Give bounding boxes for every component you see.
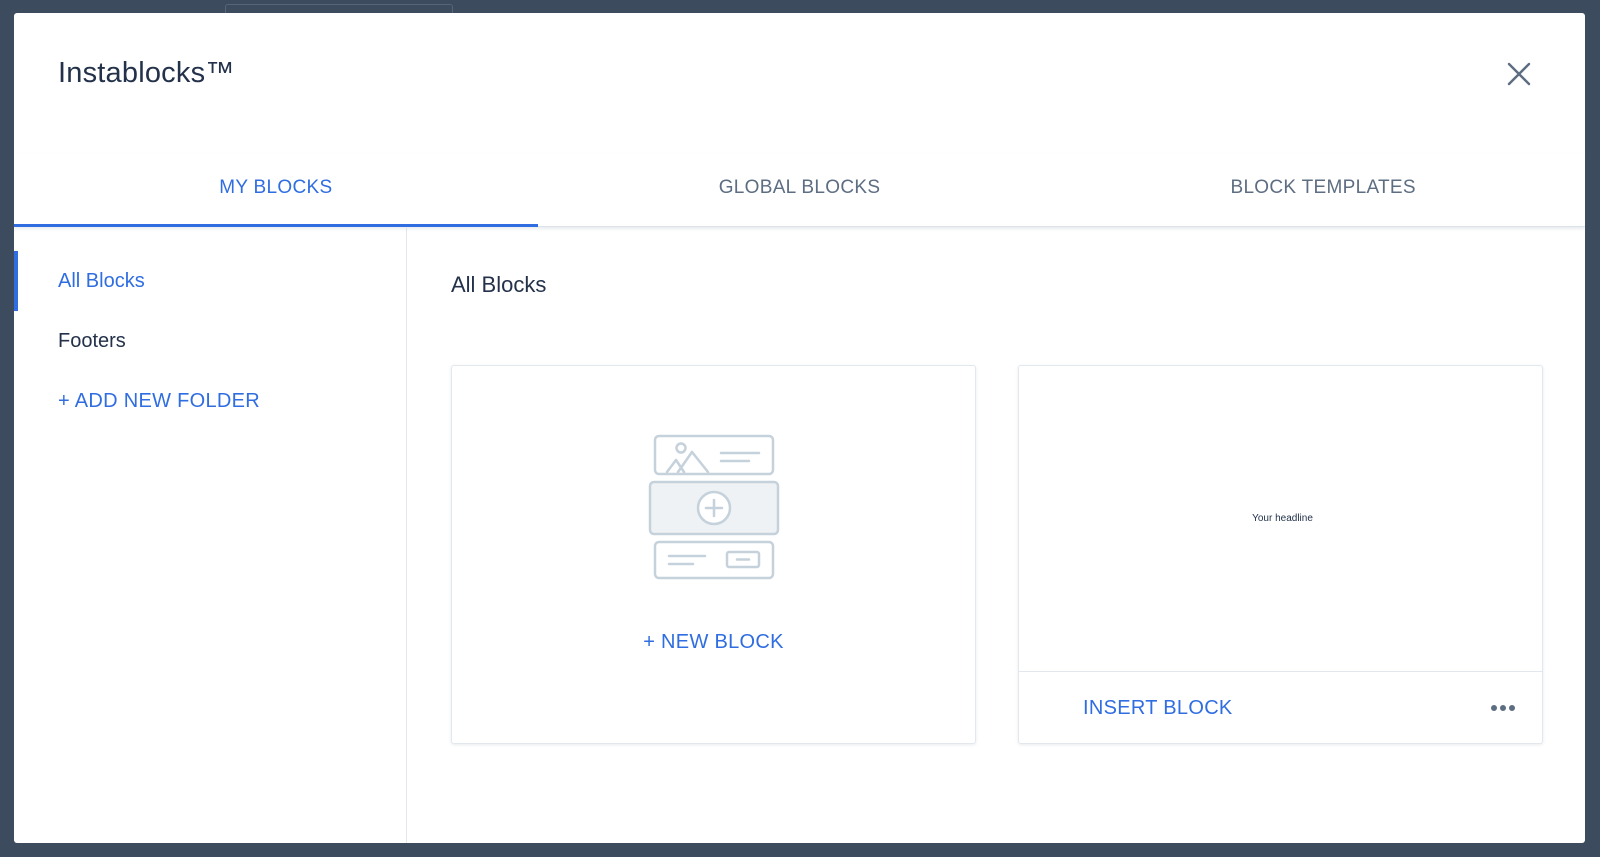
tab-my-blocks[interactable]: MY BLOCKS <box>14 153 538 227</box>
insert-block-button[interactable]: INSERT BLOCK <box>1083 672 1233 744</box>
close-button[interactable] <box>1504 59 1534 89</box>
more-options-button[interactable] <box>1488 696 1518 720</box>
preview-headline: Your headline <box>1252 513 1313 524</box>
content-title: All Blocks <box>451 272 547 297</box>
new-block-card[interactable]: + NEW BLOCK <box>451 365 976 744</box>
saved-block-card: Your headline INSERT BLOCK <box>1018 365 1543 744</box>
sidebar-item-all-blocks[interactable]: All Blocks <box>14 251 406 311</box>
instablocks-modal: Instablocks™ MY BLOCKS GLOBAL BLOCKS BLO… <box>14 13 1585 843</box>
tab-block-templates[interactable]: BLOCK TEMPLATES <box>1061 153 1585 226</box>
folder-sidebar: All Blocks Footers + ADD NEW FOLDER <box>14 228 407 843</box>
tab-bar: MY BLOCKS GLOBAL BLOCKS BLOCK TEMPLATES <box>14 153 1585 227</box>
modal-header: Instablocks™ <box>14 13 1585 143</box>
more-options-icon <box>1491 705 1515 711</box>
modal-title: Instablocks™ <box>58 57 235 89</box>
block-placeholder-icon <box>648 434 780 580</box>
close-icon <box>1507 62 1531 86</box>
sidebar-item-footers[interactable]: Footers <box>14 311 406 371</box>
card-footer: INSERT BLOCK <box>1019 672 1542 744</box>
blocks-content: All Blocks + NEW BLOCK Your headline INS… <box>407 228 1585 843</box>
tab-global-blocks[interactable]: GLOBAL BLOCKS <box>538 153 1062 226</box>
block-preview[interactable]: Your headline <box>1019 366 1542 672</box>
add-new-folder-button[interactable]: + ADD NEW FOLDER <box>14 371 406 431</box>
new-block-label: + NEW BLOCK <box>643 631 784 653</box>
